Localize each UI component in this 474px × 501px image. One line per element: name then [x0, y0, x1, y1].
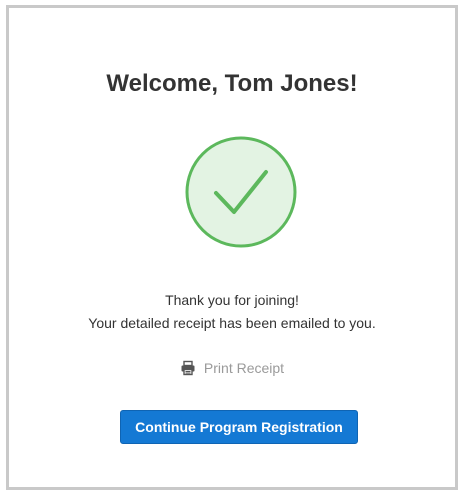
page-title: Welcome, Tom Jones! — [106, 70, 358, 97]
confirmation-card: Welcome, Tom Jones! Thank you for joinin… — [6, 5, 458, 490]
print-receipt-link[interactable]: Print Receipt — [9, 360, 455, 376]
confirmation-message: Thank you for joining! Your detailed rec… — [9, 289, 455, 335]
receipt-emailed-text: Your detailed receipt has been emailed t… — [88, 315, 376, 331]
continue-program-registration-button[interactable]: Continue Program Registration — [120, 410, 358, 444]
thank-you-text: Thank you for joining! — [165, 292, 299, 308]
checkmark-circle-icon — [184, 135, 298, 249]
printer-icon — [180, 360, 196, 376]
print-receipt-label: Print Receipt — [203, 360, 285, 376]
